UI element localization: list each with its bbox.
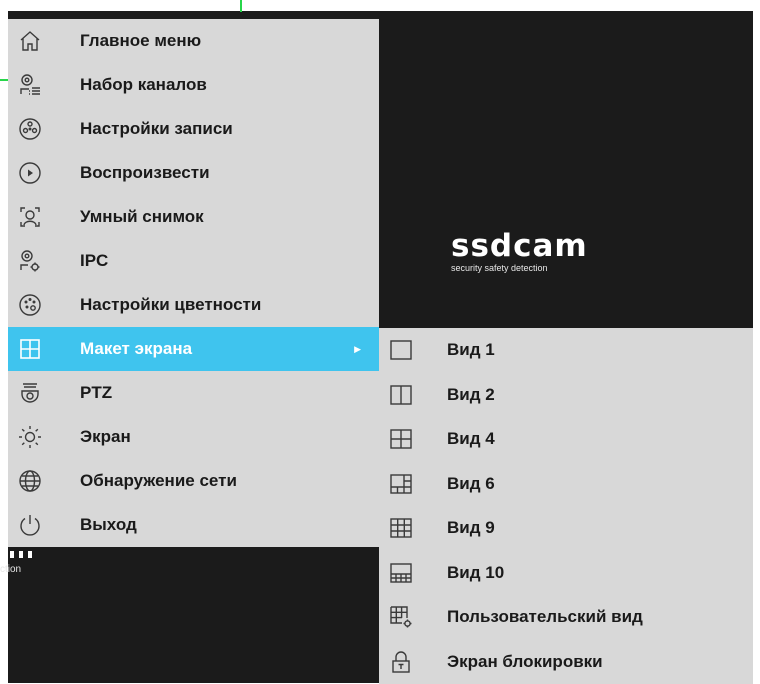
brand-tagline: security safety detection [451, 263, 548, 273]
submenu-item-label: Пользовательский вид [447, 607, 643, 627]
record-reel-icon [16, 115, 44, 143]
home-icon [16, 27, 44, 55]
layout-4-icon [388, 426, 414, 452]
menu-item-ipc[interactable]: IPC [8, 239, 379, 283]
menu-item-screen-layout[interactable]: Макет экрана ▶ [8, 327, 379, 371]
channel-set-icon [16, 71, 44, 99]
screen-layout-submenu: Вид 1 Вид 2 Вид 4 Вид 6 Вид 9 Вид 10 Пол… [379, 328, 753, 684]
submenu-item-label: Экран блокировки [447, 651, 603, 671]
lock-screen-icon [388, 649, 414, 675]
chevron-right-icon: ▶ [354, 343, 361, 354]
green-marker-left [0, 79, 8, 81]
menu-item-record-settings[interactable]: Настройки записи [8, 107, 379, 151]
menu-item-main-menu[interactable]: Главное меню [8, 19, 379, 63]
menu-item-label: Настройки записи [80, 119, 233, 138]
menu-item-channel-set[interactable]: Набор каналов [8, 63, 379, 107]
menu-item-playback[interactable]: Воспроизвести [8, 151, 379, 195]
main-menu: Главное меню Набор каналов Настройки зап… [8, 19, 379, 547]
menu-item-label: Экран [80, 427, 131, 446]
brand-name: ssdcam [451, 228, 588, 264]
menu-item-smart-capture[interactable]: Умный снимок [8, 195, 379, 239]
menu-item-label: Набор каналов [80, 75, 207, 94]
menu-item-label: Выход [80, 515, 137, 534]
submenu-item-view-9[interactable]: Вид 9 [379, 506, 753, 551]
menu-item-label: Умный снимок [80, 207, 204, 226]
submenu-item-label: Вид 2 [447, 384, 495, 404]
custom-layout-icon [388, 604, 414, 630]
submenu-item-view-4[interactable]: Вид 4 [379, 417, 753, 462]
submenu-item-lock-screen[interactable]: Экран блокировки [379, 640, 753, 684]
menu-item-color-settings[interactable]: Настройки цветности [8, 283, 379, 327]
ptz-camera-icon [16, 379, 44, 407]
submenu-item-view-10[interactable]: Вид 10 [379, 551, 753, 596]
menu-item-ptz[interactable]: PTZ [8, 371, 379, 415]
menu-item-label: Главное меню [80, 31, 202, 50]
menu-item-label: Воспроизвести [80, 163, 210, 182]
menu-item-label: PTZ [80, 383, 113, 402]
layout-6-icon [388, 471, 414, 497]
green-marker [240, 0, 242, 12]
submenu-item-label: Вид 6 [447, 473, 495, 493]
brand-logo: ssdcam security safety detection [451, 230, 588, 273]
menu-item-label: Макет экрана [80, 339, 193, 358]
submenu-item-label: Вид 10 [447, 562, 505, 582]
ipc-camera-settings-icon [16, 247, 44, 275]
menu-item-network-detection[interactable]: Обнаружение сети [8, 459, 379, 503]
face-capture-icon [16, 203, 44, 231]
submenu-item-label: Вид 4 [447, 429, 495, 449]
brightness-icon [16, 423, 44, 451]
layout-2-icon [388, 382, 414, 408]
layout-1-icon [388, 337, 414, 363]
globe-icon [16, 467, 44, 495]
submenu-item-view-2[interactable]: Вид 2 [379, 373, 753, 418]
menu-item-label: IPC [80, 251, 109, 270]
submenu-item-view-1[interactable]: Вид 1 [379, 328, 753, 373]
palette-icon [16, 291, 44, 319]
background-fragment-text: ction [0, 564, 22, 575]
play-icon [16, 159, 44, 187]
submenu-item-label: Вид 1 [447, 340, 495, 360]
menu-item-label: Настройки цветности [80, 295, 262, 314]
menu-item-label: Обнаружение сети [80, 471, 237, 490]
submenu-item-custom-view[interactable]: Пользовательский вид [379, 595, 753, 640]
layout-9-icon [388, 515, 414, 541]
menu-item-display[interactable]: Экран [8, 415, 379, 459]
submenu-item-label: Вид 9 [447, 518, 495, 538]
power-icon [16, 511, 44, 539]
grid-layout-icon [16, 335, 44, 363]
submenu-item-view-6[interactable]: Вид 6 [379, 462, 753, 507]
layout-10-icon [388, 560, 414, 586]
menu-item-exit[interactable]: Выход [8, 503, 379, 547]
